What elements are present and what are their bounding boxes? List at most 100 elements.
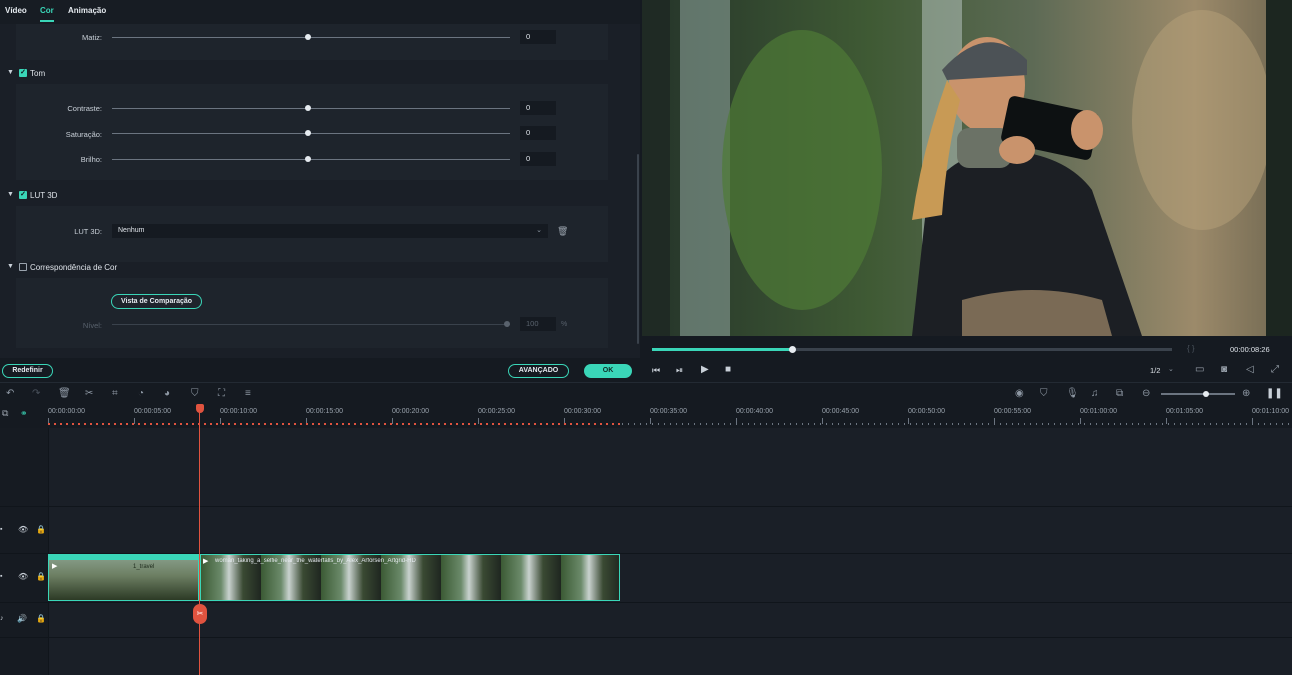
timeline-ruler[interactable]: ⧉ ⚭ 00:00:00:00 00:00:05:00 00:00:10:00 00:… (0, 404, 1292, 428)
contraste-slider-thumb[interactable] (305, 105, 311, 111)
track2-eye-icon[interactable]: 👁 (18, 525, 28, 534)
track2-lock-icon[interactable]: 🔒 (36, 525, 46, 534)
play-icon[interactable]: ▶ (701, 364, 709, 375)
brilho-slider-thumb[interactable] (305, 156, 311, 162)
ruler-tick-label: 00:00:55:00 (994, 408, 1031, 415)
ruler-tick-label: 00:00:45:00 (822, 408, 859, 415)
properties-tabbar: Vídeo Cor Animação (0, 0, 640, 24)
audio-adjust-icon[interactable]: ≡ (245, 388, 251, 399)
saturacao-slider-thumb[interactable] (305, 130, 311, 136)
ok-button[interactable]: OK (584, 364, 632, 378)
progress-thumb[interactable] (789, 346, 797, 353)
row-separator (0, 506, 1292, 507)
ruler-tick-label: 00:00:30:00 (564, 408, 601, 415)
timeline-toolbar: ↶ ↷ 🗑 ✂ ⌗ ◔ ◕ ⛉ ⛶ ≡ ◉ ⛉ 🎙 ♫ ⧉ ⊖ ⊕ ❚❚ (0, 382, 1292, 404)
track2-video-icon: ▪ (0, 526, 3, 533)
color-panel: Matiz: 0 ▼ ✓ Tom Contraste: 0 Saturação:… (0, 24, 640, 358)
undo-icon[interactable]: ↶ (6, 388, 14, 399)
ruler-tick-label: 00:00:00:00 (48, 408, 85, 415)
saturacao-label: Saturação: (65, 130, 102, 139)
zoom-slider-thumb[interactable] (1203, 391, 1209, 397)
audio-lock-icon[interactable]: 🔒 (36, 614, 46, 623)
matiz-value[interactable]: 0 (520, 30, 556, 44)
mark-brackets[interactable]: { } (1187, 344, 1195, 353)
timeline-clip-travel[interactable]: ▶ 1_travel (48, 554, 199, 601)
lut-collapse-icon[interactable]: ▼ (7, 191, 14, 198)
tab-video[interactable]: Vídeo (5, 6, 27, 15)
tom-collapse-icon[interactable]: ▼ (7, 69, 14, 76)
zoom-in-icon[interactable]: ⊕ (1242, 388, 1250, 399)
snapshot-camera-icon[interactable]: ◙ (1221, 364, 1227, 375)
pip-icon[interactable]: ⧉ (1116, 388, 1123, 399)
tab-cor[interactable]: Cor (40, 6, 54, 15)
cut-icon[interactable]: ✂ (85, 388, 93, 399)
correspondencia-checkbox[interactable] (19, 263, 27, 271)
quality-chevron-icon[interactable]: ⌄ (1168, 365, 1174, 373)
lut-checkbox[interactable]: ✓ (19, 191, 27, 199)
shield-icon[interactable]: ⛉ (1040, 388, 1048, 399)
render-icon[interactable]: ◉ (1015, 388, 1024, 399)
audio-volume-icon[interactable]: 🔊 (17, 614, 27, 623)
zoom-out-icon[interactable]: ⊖ (1142, 388, 1150, 399)
clip2-filename: woman_taking_a_selfie_near_the_waterfall… (215, 558, 416, 564)
saturacao-slider[interactable] (112, 133, 510, 134)
add-track-icon[interactable]: ⧉ (2, 408, 8, 419)
speed-icon[interactable]: ◔ (138, 388, 144, 399)
contraste-label: Contraste: (67, 104, 102, 113)
crop-icon[interactable]: ⌗ (112, 388, 118, 399)
quality-select[interactable]: 1/2 (1150, 366, 1160, 375)
ruler-tick-label: 00:00:25:00 (478, 408, 515, 415)
brilho-label: Brilho: (80, 155, 102, 164)
matiz-slider-thumb[interactable] (305, 34, 311, 40)
delete-icon[interactable]: 🗑 (58, 388, 71, 399)
timeline-clip-woman-selfie[interactable]: ▶ woman_taking_a_selfie_near_the_waterfa… (200, 554, 620, 601)
brilho-value[interactable]: 0 (520, 152, 556, 166)
fullscreen-icon[interactable]: ⤢ (1271, 364, 1279, 375)
zoom-slider[interactable] (1161, 393, 1235, 395)
link-icon[interactable]: ⚭ (20, 408, 28, 419)
track1-lock-icon[interactable]: 🔒 (36, 572, 46, 581)
saturacao-value[interactable]: 0 (520, 126, 556, 140)
redo-icon[interactable]: ↷ (32, 388, 40, 399)
stop-icon[interactable]: ■ (725, 364, 731, 375)
panel-scrollbar[interactable] (637, 154, 639, 344)
nivel-slider (112, 324, 510, 325)
clip-play-icon: ▶ (52, 563, 58, 570)
track1-eye-icon[interactable]: 👁 (18, 572, 28, 581)
matiz-slider[interactable] (112, 37, 510, 38)
action-bar: Redefinir AVANÇADO OK ⏮ ⏯ ▶ ■ 1/2 ⌄ ▭ ◙ … (0, 358, 1292, 382)
step-back-icon[interactable]: ⏮ (652, 365, 660, 376)
correspondencia-box (16, 278, 608, 348)
timeline-tracks: ▪ 👁 🔒 ▪ 👁 🔒 ♪ 🔊 🔒 ▶ 1_travel ▶ woman_tak… (0, 428, 1292, 675)
monitor-icon[interactable]: ▭ (1195, 364, 1204, 375)
volume-icon[interactable]: ◁ (1246, 364, 1254, 375)
vista-comparacao-button[interactable]: Vista de Comparação (111, 294, 202, 309)
pause-render-icon[interactable]: ❚❚ (1266, 388, 1283, 399)
redefinir-button[interactable]: Redefinir (2, 364, 53, 378)
progress-track[interactable] (652, 348, 1172, 351)
tab-animacao[interactable]: Animação (68, 6, 106, 15)
preview-progress-bar: { } 00:00:08:26 (642, 336, 1292, 358)
playhead-handle[interactable] (196, 404, 204, 413)
brilho-slider[interactable] (112, 159, 510, 160)
lut-title: LUT 3D (30, 191, 58, 200)
playhead[interactable] (199, 404, 200, 675)
voiceover-icon[interactable]: ♫ (1091, 388, 1099, 399)
marker-icon[interactable]: ⛉ (191, 388, 199, 399)
fit-icon[interactable]: ⛶ (218, 388, 225, 399)
ruler-tick-label: 00:00:05:00 (134, 408, 171, 415)
scissors-split-icon[interactable]: ✂ (193, 604, 207, 624)
frame-forward-icon[interactable]: ⏯ (676, 365, 683, 376)
contraste-slider[interactable] (112, 108, 510, 109)
microphone-icon[interactable]: 🎙 (1066, 388, 1079, 399)
color-palette-icon[interactable]: ◕ (164, 388, 170, 399)
nivel-value: 100 (520, 317, 556, 331)
contraste-value[interactable]: 0 (520, 101, 556, 115)
correspondencia-collapse-icon[interactable]: ▼ (7, 263, 14, 270)
avancado-button[interactable]: AVANÇADO (508, 364, 569, 378)
trash-icon[interactable]: 🗑 (557, 226, 568, 237)
clip2-play-icon: ▶ (203, 558, 209, 565)
lut-select[interactable]: Nenhum ⌄ (112, 224, 548, 238)
ruler-tick-label: 00:01:10:00 (1252, 408, 1289, 415)
tom-checkbox[interactable]: ✓ (19, 69, 27, 77)
